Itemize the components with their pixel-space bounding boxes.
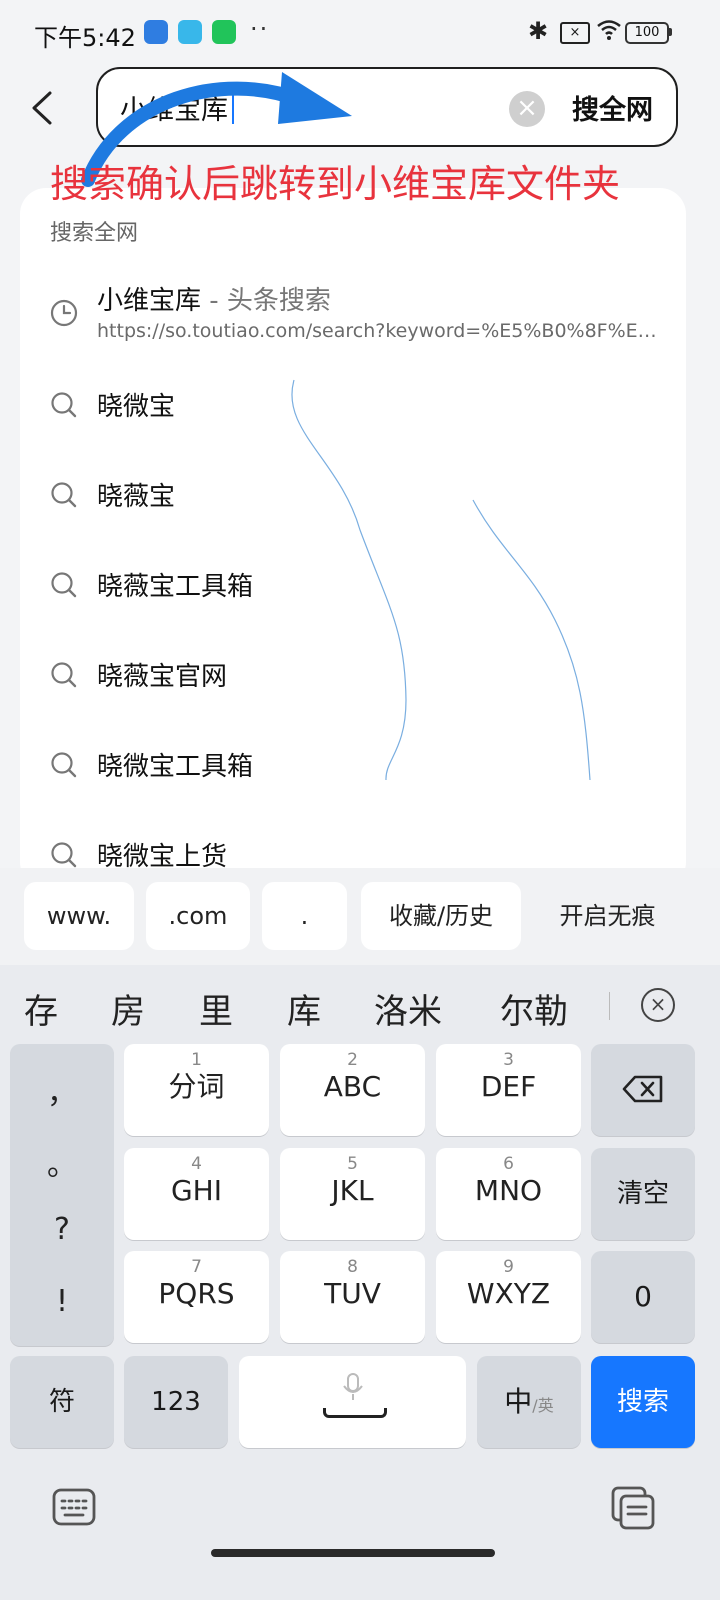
history-source: - 头条搜索 — [201, 286, 331, 316]
language-toggle-key[interactable]: 中/英 — [477, 1356, 581, 1448]
backspace-key[interactable] — [591, 1044, 695, 1136]
chip-dot[interactable]: . — [262, 882, 347, 950]
app-notification-icon — [178, 20, 202, 44]
search-submit-key[interactable]: 搜索 — [591, 1356, 695, 1448]
key-1[interactable]: 1 分词 — [124, 1044, 269, 1136]
candidate-word[interactable]: 洛米 — [374, 984, 442, 1033]
microphone-icon — [342, 1373, 363, 1400]
key-2[interactable]: 2 ABC — [280, 1044, 425, 1136]
key-6[interactable]: 6 MNO — [436, 1148, 581, 1240]
home-indicator[interactable] — [211, 1549, 495, 1557]
battery-icon: 100 — [625, 22, 669, 44]
candidate-word[interactable]: 尔勒 — [500, 984, 568, 1033]
space-bar-indicator — [323, 1408, 387, 1418]
wechat-notification-icon — [212, 20, 236, 44]
status-time: 下午5:42 — [34, 24, 136, 52]
clear-all-key[interactable]: 清空 — [591, 1148, 695, 1240]
lang-english-label: /英 — [532, 1396, 554, 1415]
back-arrow-icon[interactable] — [28, 90, 58, 126]
punctuation-key[interactable]: ， 。 ? ! — [10, 1044, 114, 1346]
numbers-key[interactable]: 123 — [124, 1356, 228, 1448]
wifi-icon — [597, 20, 621, 40]
history-clock-icon — [50, 299, 78, 327]
bluetooth-icon: ✱ — [528, 17, 549, 45]
suggestion-item[interactable]: 晓微宝工具箱 — [97, 746, 253, 783]
lang-chinese-label: 中 — [504, 1385, 533, 1418]
history-suggestion[interactable]: 小维宝库 - 头条搜索 — [97, 280, 331, 317]
period-key[interactable]: 。 — [10, 1140, 114, 1184]
space-voice-key[interactable] — [239, 1356, 466, 1448]
key-9[interactable]: 9 WXYZ — [436, 1251, 581, 1343]
chip-incognito[interactable]: 开启无痕 — [535, 882, 680, 950]
candidate-divider — [609, 992, 610, 1020]
battery-cap — [669, 28, 672, 36]
close-candidates-icon[interactable]: × — [641, 988, 675, 1022]
search-icon — [51, 572, 77, 598]
more-notifications-icon: ·· — [250, 15, 270, 43]
history-title: 小维宝库 — [97, 286, 202, 316]
candidate-word[interactable]: 里 — [199, 984, 233, 1033]
comma-key[interactable]: ， — [10, 1068, 114, 1112]
search-icon — [51, 482, 77, 508]
backspace-icon — [622, 1075, 663, 1103]
suggestion-item[interactable]: 晓薇宝官网 — [97, 656, 227, 693]
search-icon — [51, 842, 77, 868]
candidate-word[interactable]: 存 — [24, 984, 58, 1033]
symbols-key[interactable]: 符 — [10, 1356, 114, 1448]
annotation-text: 搜索确认后跳转到小维宝库文件夹 — [49, 162, 620, 206]
keyboard-switch-icon[interactable] — [52, 1488, 96, 1526]
search-icon — [51, 392, 77, 418]
exclamation-key[interactable]: ! — [10, 1284, 114, 1319]
search-icon — [51, 662, 77, 688]
clear-search-button[interactable]: × — [509, 91, 545, 127]
hand-drawn-lines — [291, 379, 591, 781]
history-url: https://so.toutiao.com/search?keyword=%E… — [97, 320, 657, 342]
no-sim-icon: × — [560, 22, 590, 44]
key-4[interactable]: 4 GHI — [124, 1148, 269, 1240]
key-0[interactable]: 0 — [591, 1251, 695, 1343]
chip-www[interactable]: www. — [24, 882, 134, 950]
question-key[interactable]: ? — [10, 1212, 114, 1247]
key-5[interactable]: 5 JKL — [280, 1148, 425, 1240]
key-7[interactable]: 7 PQRS — [124, 1251, 269, 1343]
suggestion-item[interactable]: 晓薇宝 — [97, 476, 175, 513]
candidate-word[interactable]: 库 — [287, 984, 321, 1033]
app-notification-icon — [144, 20, 168, 44]
suggestion-item[interactable]: 晓薇宝工具箱 — [97, 566, 253, 603]
clipboard-icon[interactable] — [611, 1486, 655, 1530]
key-3[interactable]: 3 DEF — [436, 1044, 581, 1136]
chip-com[interactable]: .com — [146, 882, 250, 950]
search-all-web-button[interactable]: 搜全网 — [572, 88, 653, 127]
candidate-word[interactable]: 房 — [111, 984, 145, 1033]
suggestion-item[interactable]: 晓微宝 — [97, 386, 175, 423]
chip-bookmarks-history[interactable]: 收藏/历史 — [361, 882, 521, 950]
search-icon — [51, 752, 77, 778]
key-8[interactable]: 8 TUV — [280, 1251, 425, 1343]
section-label: 搜索全网 — [50, 221, 139, 246]
